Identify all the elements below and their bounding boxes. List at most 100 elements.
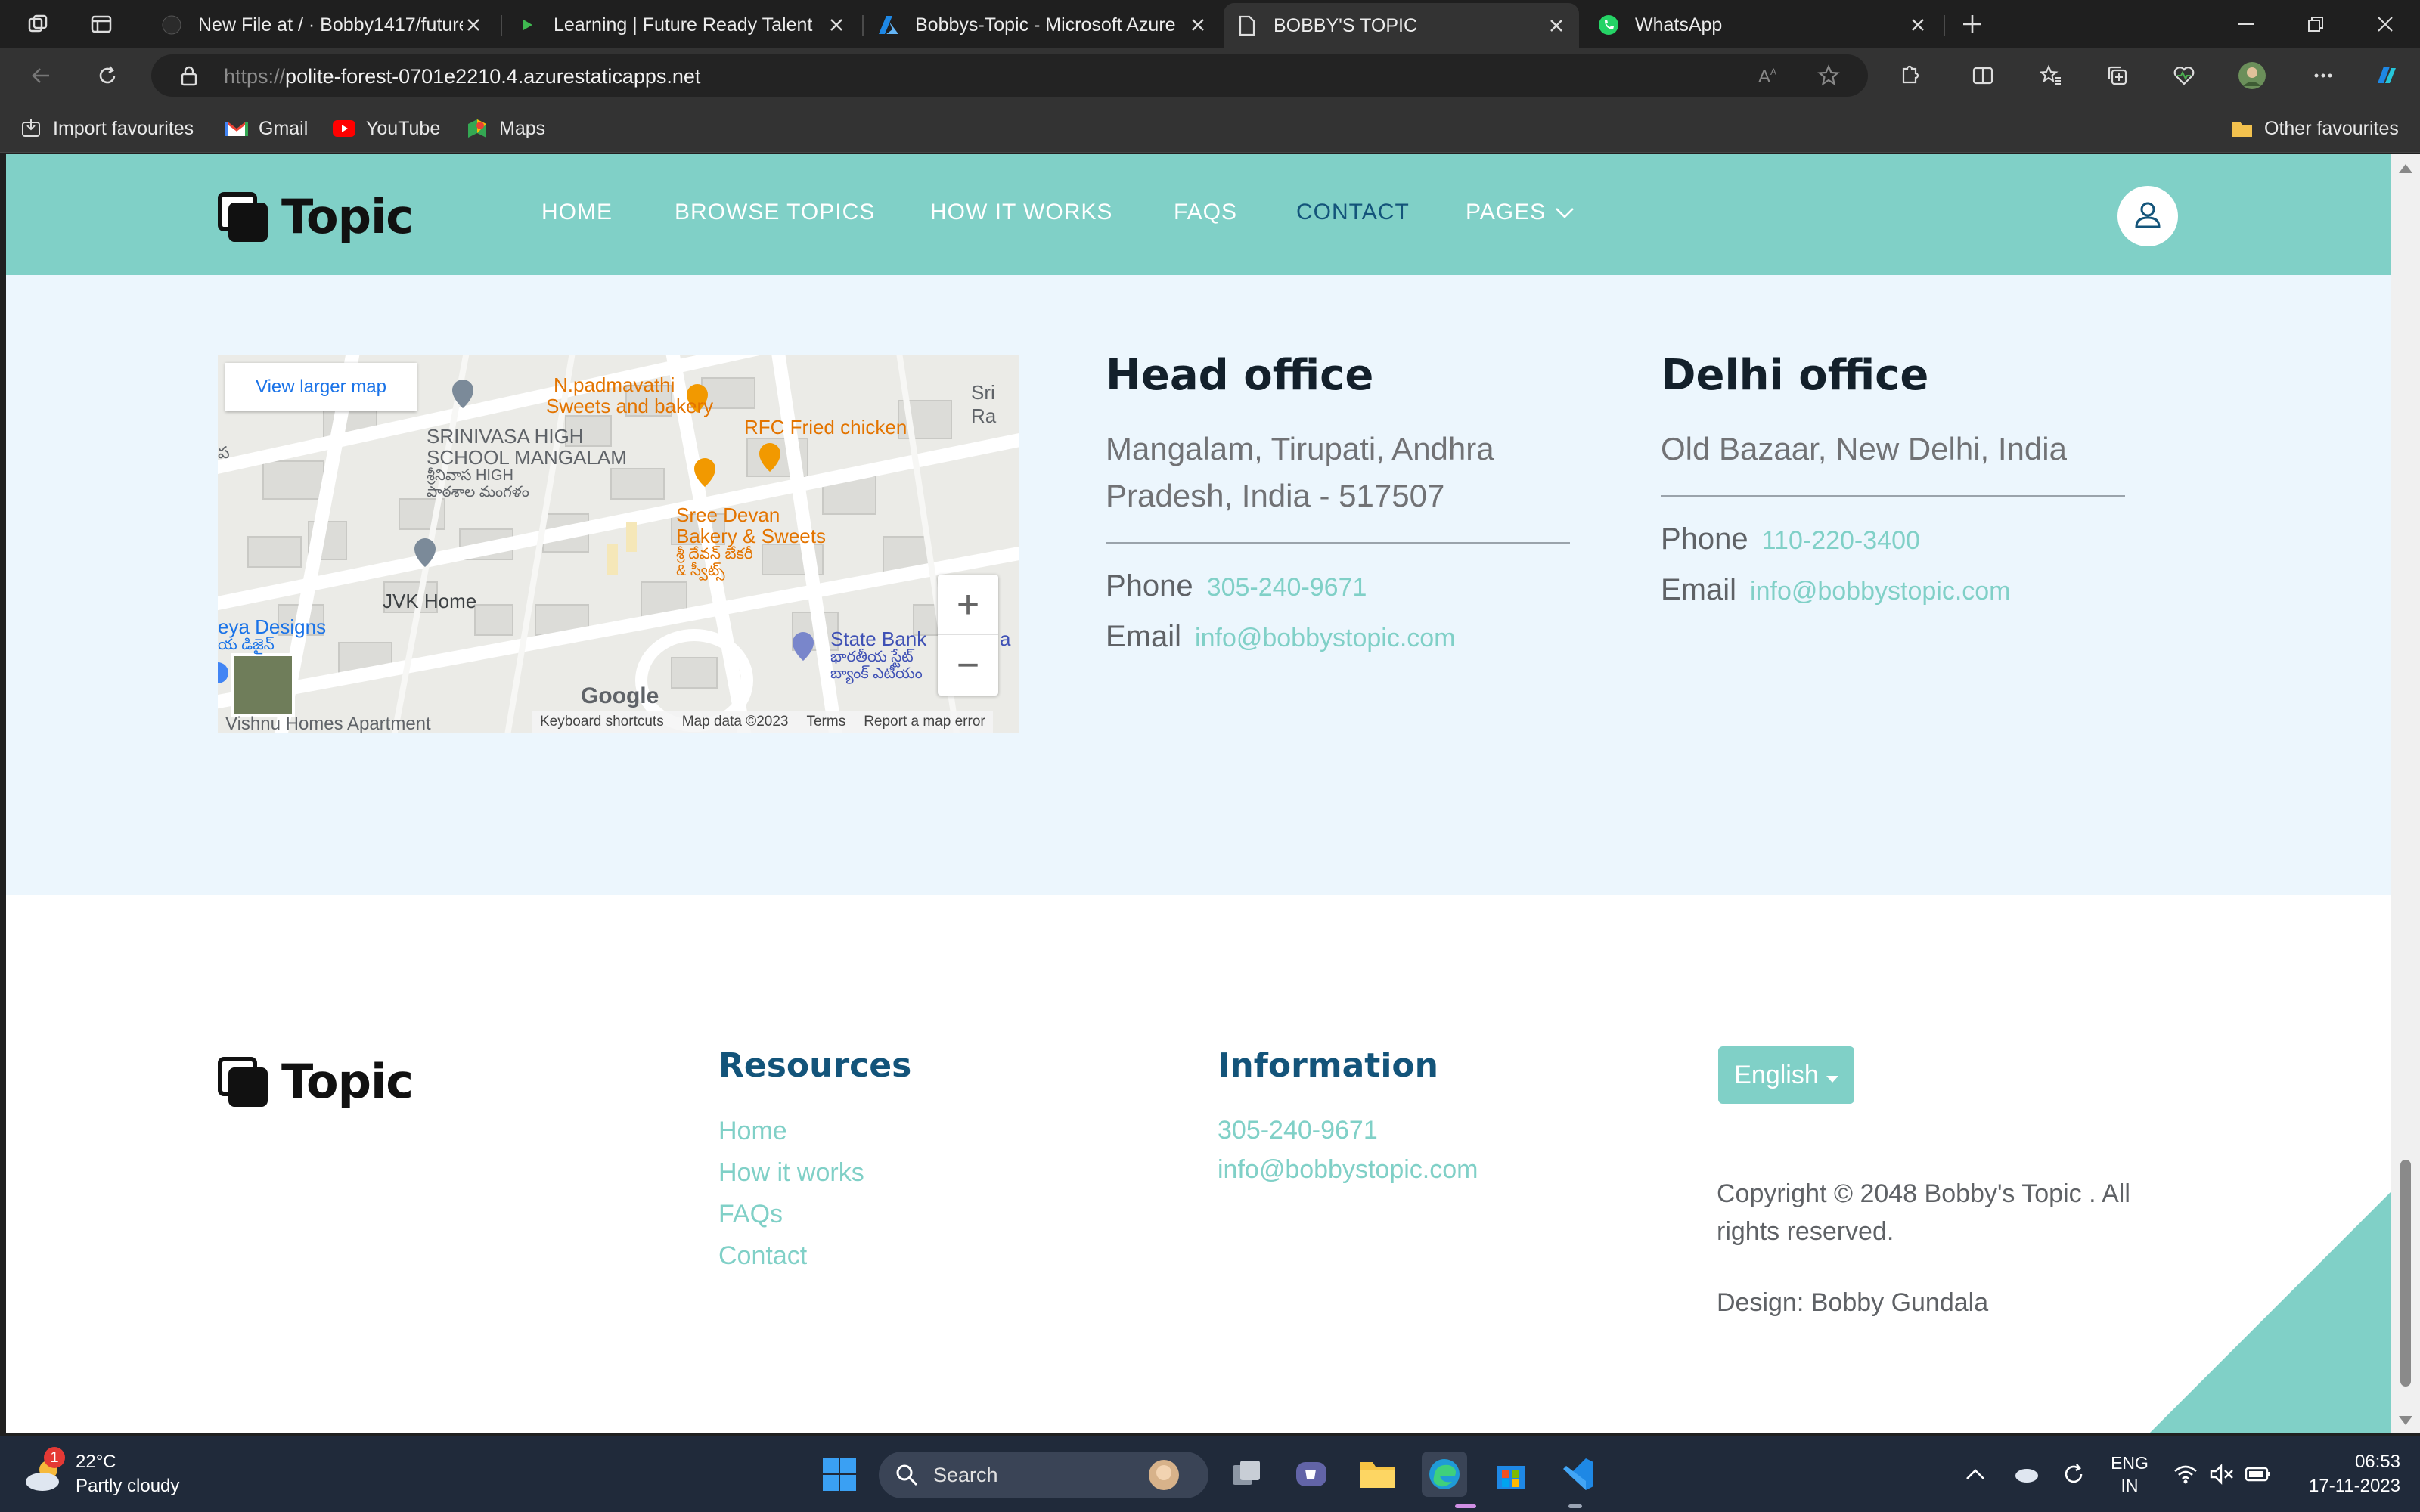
read-aloud-icon[interactable]: AA (1751, 59, 1785, 92)
tab-whatsapp[interactable]: WhatsApp (1585, 6, 1941, 44)
footer-logo[interactable]: Topic (218, 1054, 414, 1109)
bookmark-import-favourites[interactable]: Import favourites (20, 113, 194, 144)
resources-title: Resources (718, 1046, 912, 1085)
lang-code: ENG (2111, 1453, 2149, 1473)
refresh-icon[interactable] (91, 59, 124, 92)
workspaces-icon[interactable] (21, 8, 54, 41)
lock-icon[interactable] (172, 59, 206, 92)
close-icon[interactable] (1546, 15, 1567, 36)
bookmark-other-favourites[interactable]: Other favourites (2231, 113, 2399, 144)
sync-icon[interactable] (2051, 1452, 2096, 1497)
bookmark-maps[interactable]: Maps (466, 113, 545, 144)
language-label: English (1734, 1060, 1819, 1089)
back-icon[interactable] (24, 59, 57, 92)
vscode-icon[interactable] (1555, 1452, 1600, 1497)
nav-faqs[interactable]: FAQS (1174, 200, 1237, 225)
close-icon[interactable] (463, 14, 484, 36)
logo-icon (218, 191, 268, 242)
caret-down-icon (1826, 1061, 1838, 1090)
health-icon[interactable] (2167, 59, 2201, 92)
close-icon[interactable] (826, 14, 847, 36)
nav-home[interactable]: HOME (541, 200, 613, 225)
information-title: Information (1218, 1046, 1438, 1085)
teams-icon[interactable] (1289, 1452, 1334, 1497)
page-scrollbar[interactable] (2391, 154, 2420, 1433)
more-icon[interactable] (2307, 59, 2340, 92)
footer-link-contact[interactable]: Contact (718, 1235, 911, 1277)
map-label: SRINIVASA HIGH (427, 425, 584, 448)
maps-icon (466, 117, 489, 140)
start-icon[interactable] (817, 1452, 862, 1497)
footer-link-faqs[interactable]: FAQs (718, 1194, 911, 1235)
url-text[interactable]: https://polite-forest-0701e2210.4.azures… (224, 65, 700, 88)
bookmark-gmail[interactable]: Gmail (225, 113, 308, 144)
phone-link[interactable]: 110-220-3400 (1762, 526, 1920, 556)
minimize-icon[interactable] (2229, 8, 2263, 41)
taskbar-search[interactable]: Search (879, 1452, 1208, 1498)
window-close-icon[interactable] (2369, 8, 2402, 41)
footer-email-link[interactable]: info@bobbystopic.com (1218, 1150, 1478, 1189)
logo-text: Topic (281, 1054, 414, 1109)
collections-icon[interactable] (2101, 59, 2134, 92)
email-link[interactable]: info@bobbystopic.com (1750, 577, 2010, 606)
weather-widget[interactable]: 1 22°C Partly cloudy (23, 1447, 219, 1501)
language-indicator[interactable]: ENG IN (2110, 1452, 2149, 1497)
keyboard-shortcuts-link[interactable]: Keyboard shortcuts (540, 714, 664, 730)
address-bar[interactable]: https://polite-forest-0701e2210.4.azures… (151, 54, 1868, 97)
file-explorer-icon[interactable] (1355, 1452, 1401, 1497)
tab-strip: New File at / · Bobby1417/future Learnin… (0, 0, 2420, 48)
zoom-in-button[interactable]: + (938, 575, 998, 635)
tab-bobbys-topic[interactable]: BOBBY'S TOPIC (1224, 3, 1579, 48)
office-address: Old Bazaar, New Delhi, India (1661, 431, 2067, 466)
restore-icon[interactable] (2299, 8, 2332, 41)
vertical-tabs-icon[interactable] (85, 8, 118, 41)
footer-link-home[interactable]: Home (718, 1111, 911, 1152)
footer-link-how-it-works[interactable]: How it works (718, 1152, 911, 1194)
footer-phone-link[interactable]: 305-240-9671 (1218, 1111, 1478, 1150)
nav-how-it-works[interactable]: HOW IT WORKS (930, 200, 1112, 225)
language-dropdown[interactable]: English (1718, 1046, 1854, 1104)
phone-link[interactable]: 305-240-9671 (1207, 573, 1367, 603)
onedrive-icon[interactable] (2003, 1452, 2048, 1497)
edge-icon[interactable] (1422, 1452, 1467, 1497)
scroll-thumb[interactable] (2400, 1160, 2411, 1387)
favorite-star-icon[interactable] (1812, 59, 1845, 92)
scroll-down-icon[interactable] (2399, 1415, 2412, 1429)
close-icon[interactable] (1187, 14, 1208, 36)
report-error-link[interactable]: Report a map error (864, 714, 985, 730)
split-screen-icon[interactable] (1966, 59, 2000, 92)
nav-browse-topics[interactable]: BROWSE TOPICS (675, 200, 875, 225)
map-label: Vishnu Homes Apartment (225, 714, 431, 733)
email-link[interactable]: info@bobbystopic.com (1195, 624, 1455, 653)
new-tab-icon[interactable] (1956, 8, 1989, 41)
tab-learning[interactable]: Learning | Future Ready Talent (504, 6, 859, 44)
bookmark-youtube[interactable]: YouTube (333, 113, 440, 144)
terms-link[interactable]: Terms (806, 714, 845, 730)
office-title: Delhi office (1661, 351, 1929, 400)
decorative-corner (2149, 1191, 2391, 1433)
view-larger-map-link[interactable]: View larger map (225, 363, 417, 411)
map-label: N.padmavathi (554, 373, 675, 396)
user-account-button[interactable] (2118, 186, 2178, 246)
nav-contact[interactable]: CONTACT (1296, 200, 1410, 225)
nav-pages[interactable]: PAGES (1466, 200, 1575, 225)
extensions-icon[interactable] (1892, 59, 1925, 92)
site-logo[interactable]: Topic (218, 189, 414, 244)
tab-azure[interactable]: Bobbys-Topic - Microsoft Azure (865, 6, 1221, 44)
tab-github[interactable]: New File at / · Bobby1417/future (148, 6, 496, 44)
profile-avatar[interactable] (2235, 59, 2269, 92)
task-view-icon[interactable] (1224, 1452, 1269, 1497)
favorites-icon[interactable] (2034, 59, 2068, 92)
map-label: & స్వీట్స్ (676, 562, 725, 579)
scroll-up-icon[interactable] (2399, 163, 2412, 177)
weather-badge: 1 (44, 1447, 65, 1468)
show-hidden-icons[interactable] (1953, 1452, 1998, 1497)
zoom-out-button[interactable]: − (938, 635, 998, 696)
battery-icon[interactable] (2235, 1452, 2281, 1497)
store-icon[interactable] (1488, 1452, 1534, 1497)
clock[interactable]: 06:53 17-11-2023 (2287, 1450, 2400, 1498)
google-map[interactable]: View larger map N.padmavathi Sweets and … (218, 355, 1019, 733)
close-icon[interactable] (1907, 14, 1928, 36)
copilot-icon[interactable] (2370, 59, 2403, 92)
user-icon (2133, 200, 2163, 234)
